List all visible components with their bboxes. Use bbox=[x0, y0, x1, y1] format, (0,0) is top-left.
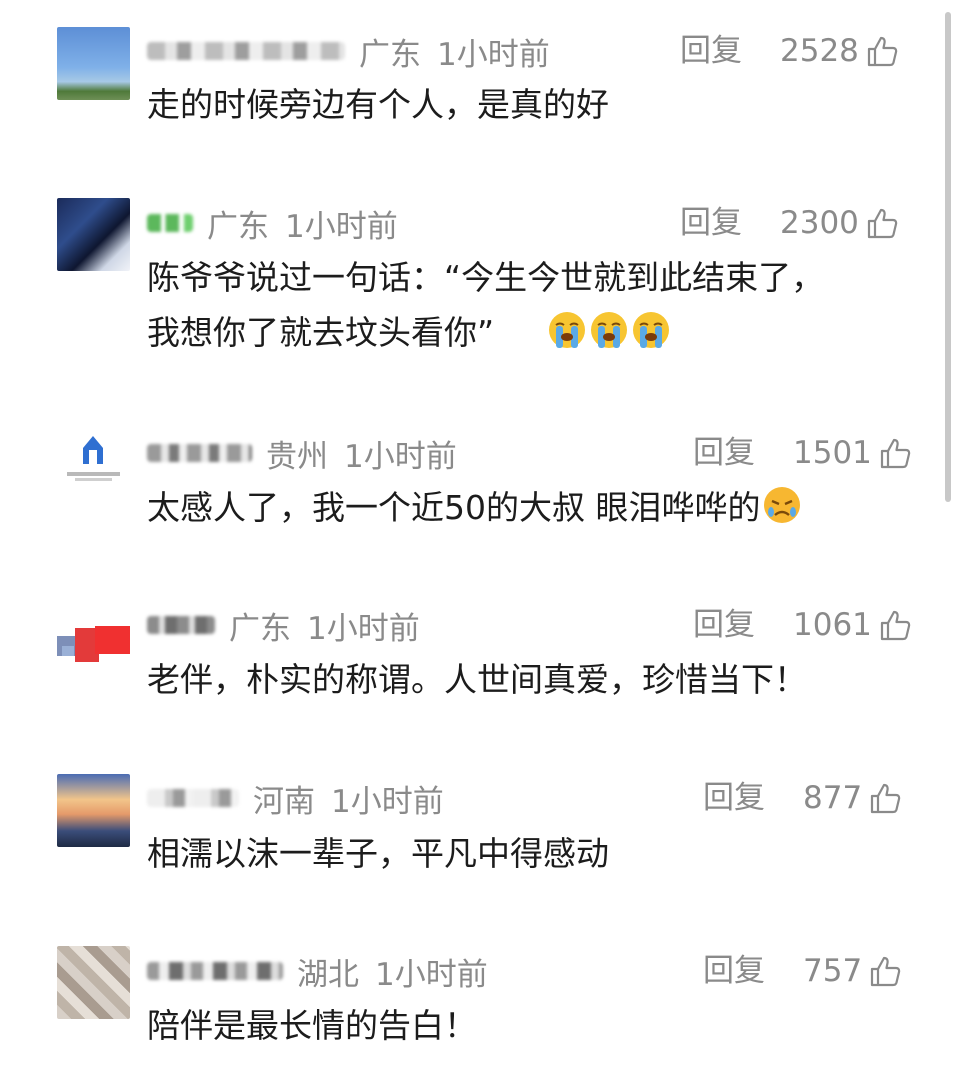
like-button[interactable]: 1501 bbox=[793, 431, 912, 475]
like-count: 757 bbox=[803, 953, 863, 989]
comment-meta: 广东 1小时前 bbox=[147, 29, 550, 73]
like-count: 2528 bbox=[780, 33, 859, 69]
username-redacted[interactable] bbox=[147, 214, 193, 232]
comment-time: 1小时前 bbox=[331, 783, 444, 820]
comment-meta: 广东 1小时前 bbox=[147, 201, 398, 245]
thumbs-up-icon bbox=[867, 36, 898, 67]
like-button[interactable]: 2300 bbox=[780, 201, 899, 245]
avatar-image bbox=[57, 626, 130, 662]
like-button[interactable]: 877 bbox=[803, 776, 902, 820]
loudly-crying-face-emoji bbox=[549, 312, 586, 348]
loudly-crying-face-emoji bbox=[633, 312, 670, 348]
comment-text: 走的时候旁边有个人，是真的好 bbox=[147, 85, 609, 124]
comment-text-line: 陈爷爷说过一句话：“今生今世就到此结束了， bbox=[147, 258, 825, 297]
comment-text: 太感人了，我一个近50的大叔 眼泪哗哗的 bbox=[147, 480, 917, 535]
comment-text: 老伴，朴实的称谓。人世间真爱，珍惜当下！ bbox=[147, 660, 807, 699]
comment-region: 广东 bbox=[207, 208, 269, 245]
thumbs-up-icon bbox=[871, 783, 901, 814]
avatar[interactable] bbox=[57, 598, 130, 671]
reply-button[interactable]: 回复 bbox=[703, 949, 765, 993]
comment-meta: 湖北 1小时前 bbox=[147, 949, 488, 993]
like-button[interactable]: 2528 bbox=[780, 29, 899, 73]
reply-button[interactable]: 回复 bbox=[703, 776, 765, 820]
comment-text-segment: 太感人了，我一个近50的大叔 眼泪哗哗的 bbox=[147, 488, 761, 527]
reply-button[interactable]: 回复 bbox=[693, 603, 755, 647]
reply-button[interactable]: 回复 bbox=[680, 29, 742, 73]
like-count: 1501 bbox=[793, 435, 872, 471]
avatar[interactable] bbox=[57, 428, 130, 501]
username-redacted[interactable] bbox=[147, 616, 215, 634]
like-count: 1061 bbox=[793, 607, 872, 643]
comment-region: 广东 bbox=[359, 36, 421, 73]
comment-meta: 河南 1小时前 bbox=[147, 776, 444, 820]
comment-text: 陈爷爷说过一句话：“今生今世就到此结束了， 我想你了就去坟头看你” bbox=[147, 250, 917, 360]
like-count: 2300 bbox=[780, 205, 859, 241]
thumbs-up-icon bbox=[871, 956, 901, 987]
avatar[interactable] bbox=[57, 946, 130, 1019]
comment-region: 贵州 bbox=[266, 438, 328, 475]
comment-time: 1小时前 bbox=[344, 438, 457, 475]
comment-time: 1小时前 bbox=[285, 208, 398, 245]
avatar[interactable] bbox=[57, 774, 130, 847]
username-redacted[interactable] bbox=[147, 42, 345, 60]
like-button[interactable]: 757 bbox=[803, 949, 902, 993]
comment-text: 陪伴是最长情的告白！ bbox=[147, 1006, 477, 1045]
brand-logo-avatar bbox=[67, 436, 120, 481]
username-redacted[interactable] bbox=[147, 962, 283, 980]
avatar[interactable] bbox=[57, 27, 130, 100]
comment-time: 1小时前 bbox=[437, 36, 550, 73]
reply-button[interactable]: 回复 bbox=[680, 201, 742, 245]
comment-meta: 广东 1小时前 bbox=[147, 603, 420, 647]
loudly-crying-face-emoji bbox=[591, 312, 628, 348]
comment-region: 湖北 bbox=[297, 956, 359, 993]
thumbs-up-icon bbox=[880, 610, 911, 641]
scrollbar[interactable] bbox=[945, 12, 951, 502]
reply-button[interactable]: 回复 bbox=[693, 431, 755, 475]
like-count: 877 bbox=[803, 780, 863, 816]
comment-region: 广东 bbox=[229, 610, 291, 647]
like-button[interactable]: 1061 bbox=[793, 603, 912, 647]
thumbs-up-icon bbox=[880, 438, 911, 469]
comment-region: 河南 bbox=[253, 783, 315, 820]
comment-meta: 贵州 1小时前 bbox=[147, 431, 457, 475]
avatar[interactable] bbox=[57, 198, 130, 271]
comment-time: 1小时前 bbox=[375, 956, 488, 993]
username-redacted[interactable] bbox=[147, 789, 239, 807]
thumbs-up-icon bbox=[867, 208, 898, 239]
comment-time: 1小时前 bbox=[307, 610, 420, 647]
comment-text-line: 我想你了就去坟头看你” bbox=[147, 305, 917, 360]
tearful-face-emoji bbox=[764, 487, 801, 523]
comment-text: 相濡以沫一辈子，平凡中得感动 bbox=[147, 834, 609, 873]
comment-text-segment: 我想你了就去坟头看你” bbox=[147, 313, 495, 352]
username-redacted[interactable] bbox=[147, 444, 252, 462]
